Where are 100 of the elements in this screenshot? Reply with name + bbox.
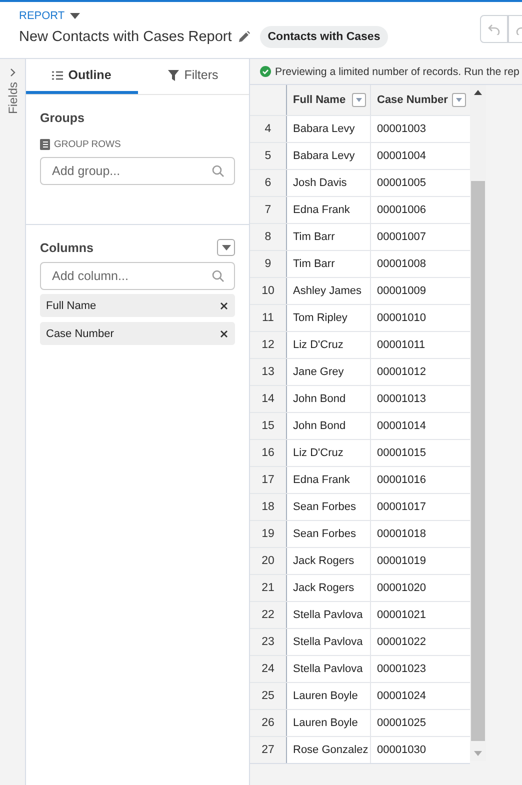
table-cell-text: 00001007: [376, 230, 427, 245]
undo-icon: [488, 23, 500, 35]
table-cell-text: 00001023: [376, 662, 427, 677]
row-number: 24: [250, 656, 287, 682]
column-chip[interactable]: Case Number: [40, 322, 235, 345]
table-cell: Stella Pavlova: [287, 629, 371, 655]
table-cell-text: 00001019: [376, 554, 427, 569]
book-icon: [40, 139, 50, 150]
row-number: 19: [250, 521, 287, 547]
table-cell: Tim Barr: [287, 224, 371, 250]
breadcrumb-label: REPORT: [19, 10, 65, 22]
table-cell: Rose Gonzalez: [287, 737, 371, 763]
scroll-up-icon[interactable]: [474, 90, 482, 95]
pencil-icon[interactable]: [238, 31, 250, 43]
table-cell: Liz D'Cruz: [287, 332, 371, 358]
table-cell: Stella Pavlova: [287, 602, 371, 628]
search-icon: [212, 165, 224, 177]
column-chip-label: Full Name: [46, 300, 96, 312]
row-number: 22: [250, 602, 287, 628]
groups-heading: Groups: [40, 111, 84, 125]
table-cell-text: 00001003: [376, 122, 427, 137]
table-cell: Tim Barr: [287, 251, 371, 277]
panel-tab[interactable]: Filters: [138, 59, 249, 94]
table-cell-text: 00001009: [376, 284, 427, 299]
row-number: 26: [250, 710, 287, 736]
table-cell-text: 00001005: [376, 176, 427, 191]
table-cell-text: 00001024: [376, 689, 427, 704]
report-type-pill: Contacts with Cases: [260, 26, 388, 48]
table-cell-text: 00001015: [376, 446, 427, 461]
chevron-icon: [10, 68, 16, 77]
table-cell: Lauren Boyle: [287, 683, 371, 709]
table-cell: Tom Ripley: [287, 305, 371, 331]
fields-label: Fields: [6, 82, 20, 114]
table-cell: Sean Forbes: [287, 521, 371, 547]
table-cell-text: 00001021: [376, 608, 427, 623]
row-number: 17: [250, 467, 287, 493]
table-cell-text: 00001016: [376, 473, 427, 488]
search-icon: [212, 270, 224, 282]
columns-heading: Columns: [40, 240, 94, 254]
row-number: 6: [250, 170, 287, 196]
table-cell-text: 00001020: [376, 581, 427, 596]
table-cell: John Bond: [287, 413, 371, 439]
table-cell: Liz D'Cruz: [287, 440, 371, 466]
table-cell: Jack Rogers: [287, 548, 371, 574]
table-cell-text: 00001018: [376, 527, 427, 542]
table-cell-text: 00001011: [376, 338, 426, 353]
table-cell-text: 00001013: [376, 392, 427, 407]
panel-tab[interactable]: Outline: [26, 59, 138, 94]
column-header[interactable]: Case Number: [371, 85, 470, 115]
table-cell-text: 00001017: [376, 500, 427, 515]
caret-icon[interactable]: [70, 12, 80, 20]
row-number: 8: [250, 224, 287, 250]
table-cell-text: 00001006: [376, 203, 427, 218]
table-cell: Lauren Boyle: [287, 710, 371, 736]
table-cell-text: 00001025: [376, 716, 427, 731]
close-icon[interactable]: [220, 330, 228, 338]
table-cell: Jack Rogers: [287, 575, 371, 601]
dropdown-icon[interactable]: [352, 93, 366, 107]
group-rows-label: GROUP ROWS: [54, 139, 121, 150]
filter-icon: [168, 70, 180, 80]
preview-message: Previewing a limited number of records. Run the rep: [275, 66, 520, 78]
close-icon[interactable]: [220, 302, 228, 310]
table-cell: Babara Levy: [287, 116, 371, 142]
row-number: 20: [250, 548, 287, 574]
column-chip[interactable]: Full Name: [40, 294, 235, 317]
row-number: 4: [250, 116, 287, 142]
fields-sidebar[interactable]: Fields: [0, 59, 26, 785]
table-cell: Edna Frank: [287, 467, 371, 493]
check-circle-icon: [260, 66, 271, 77]
table-cell: John Bond: [287, 386, 371, 412]
row-number: 14: [250, 386, 287, 412]
table-cell: Edna Frank: [287, 197, 371, 223]
row-number: 9: [250, 251, 287, 277]
table-cell: Stella Pavlova: [287, 656, 371, 682]
table-cell-text: 00001008: [376, 257, 427, 272]
add-group-field[interactable]: Add group...: [40, 157, 235, 185]
row-number: 25: [250, 683, 287, 709]
table-cell-text: 00001014: [376, 419, 427, 434]
columns-menu-button[interactable]: [217, 239, 235, 256]
column-header[interactable]: Full Name: [287, 85, 371, 115]
row-number: 12: [250, 332, 287, 358]
add-column-field[interactable]: Add column...: [40, 262, 235, 290]
row-number: 5: [250, 143, 287, 169]
report-title: New Contacts with Cases Report: [19, 29, 232, 45]
table-cell-text: 00001012: [376, 365, 427, 380]
table-cell: Josh Davis: [287, 170, 371, 196]
row-number: 15: [250, 413, 287, 439]
row-number: 21: [250, 575, 287, 601]
caret-icon: [222, 244, 230, 250]
row-number: 10: [250, 278, 287, 304]
table-cell-text: 00001022: [376, 635, 427, 650]
row-number: 13: [250, 359, 287, 385]
table-cell: Sean Forbes: [287, 494, 371, 520]
dropdown-icon[interactable]: [452, 93, 466, 107]
row-number: 27: [250, 737, 287, 763]
row-number: 18: [250, 494, 287, 520]
row-number: 23: [250, 629, 287, 655]
table-cell: Jane Grey: [287, 359, 371, 385]
table-cell: Ashley James: [287, 278, 371, 304]
table-cell: Babara Levy: [287, 143, 371, 169]
